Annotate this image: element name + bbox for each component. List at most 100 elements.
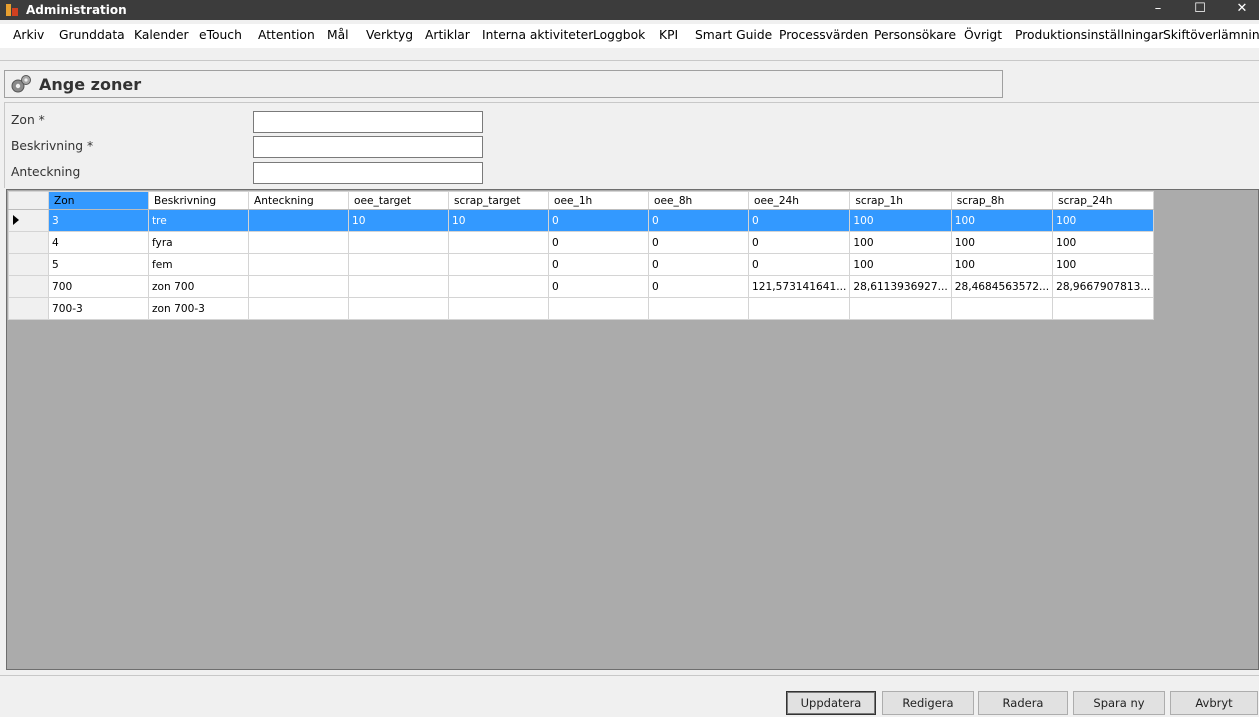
cell-oee-8h[interactable] xyxy=(648,297,749,320)
cell-scrap-target[interactable] xyxy=(448,231,549,254)
cell-scrap-target[interactable]: 10 xyxy=(448,209,549,232)
cell-oee-8h[interactable]: 0 xyxy=(648,275,749,298)
column-header-scrap-target[interactable]: scrap_target xyxy=(448,191,549,210)
menu-item-arkiv[interactable]: Arkiv xyxy=(13,28,44,42)
column-header-scrap-24h[interactable]: scrap_24h xyxy=(1052,191,1155,210)
spara-ny-button[interactable]: Spara ny xyxy=(1073,691,1165,715)
table-row[interactable]: 3 tre 10 10 0 0 0 100 100 100 xyxy=(8,209,1155,232)
cell-oee-24h[interactable]: 0 xyxy=(747,253,851,276)
menu-item-smart-guide[interactable]: Smart Guide xyxy=(695,28,772,42)
cell-scrap-24h[interactable]: 28,9667907813... xyxy=(1052,275,1155,298)
cell-oee-24h[interactable]: 121,573141641... xyxy=(747,275,851,298)
menu-item-loggbok[interactable]: Loggbok xyxy=(593,28,645,42)
column-header-zon[interactable]: Zon xyxy=(48,191,149,210)
cell-zon[interactable]: 700 xyxy=(48,275,149,298)
cell-scrap-8h[interactable]: 28,4684563572... xyxy=(950,275,1054,298)
menu-item-skiftoverlamning[interactable]: Skiftöverlämning xyxy=(1163,28,1259,42)
menu-item-attention[interactable]: Attention xyxy=(258,28,315,42)
minimize-button[interactable]: – xyxy=(1138,0,1178,20)
cell-oee-target[interactable] xyxy=(348,297,449,320)
column-header-oee-24h[interactable]: oee_24h xyxy=(747,191,851,210)
cell-oee-target[interactable] xyxy=(348,231,449,254)
cell-zon[interactable]: 3 xyxy=(48,209,149,232)
zones-grid[interactable]: Zon Beskrivning Anteckning oee_target sc… xyxy=(6,189,1259,670)
cell-oee-1h[interactable]: 0 xyxy=(548,275,649,298)
cell-oee-target[interactable]: 10 xyxy=(348,209,449,232)
cell-scrap-8h[interactable]: 100 xyxy=(950,209,1054,232)
menu-item-processvarden[interactable]: Processvärden xyxy=(779,28,868,42)
cell-scrap-24h[interactable]: 100 xyxy=(1052,253,1155,276)
row-header[interactable] xyxy=(8,275,49,298)
cell-oee-1h[interactable]: 0 xyxy=(548,253,649,276)
cell-zon[interactable]: 4 xyxy=(48,231,149,254)
cell-oee-8h[interactable]: 0 xyxy=(648,253,749,276)
cell-scrap-1h[interactable]: 100 xyxy=(849,231,952,254)
cell-scrap-target[interactable] xyxy=(448,297,549,320)
column-header-oee-8h[interactable]: oee_8h xyxy=(648,191,749,210)
radera-button[interactable]: Radera xyxy=(978,691,1068,715)
cell-oee-1h[interactable] xyxy=(548,297,649,320)
menu-item-produktionsinstallningar[interactable]: Produktionsinställningar xyxy=(1015,28,1163,42)
menu-item-personsokare[interactable]: Personsökare xyxy=(874,28,956,42)
cell-beskrivning[interactable]: zon 700 xyxy=(148,275,249,298)
menu-item-etouch[interactable]: eTouch xyxy=(199,28,242,42)
cell-scrap-8h[interactable] xyxy=(950,297,1054,320)
table-row[interactable]: 700-3 zon 700-3 xyxy=(8,297,1155,320)
menu-item-interna-aktiviteter[interactable]: Interna aktiviteter xyxy=(482,28,593,42)
cell-oee-24h[interactable] xyxy=(747,297,851,320)
anteckning-input[interactable] xyxy=(253,162,483,184)
column-header-oee-1h[interactable]: oee_1h xyxy=(548,191,649,210)
cell-anteckning[interactable] xyxy=(248,297,349,320)
cell-beskrivning[interactable]: zon 700-3 xyxy=(148,297,249,320)
menu-item-verktyg[interactable]: Verktyg xyxy=(366,28,413,42)
cell-scrap-24h[interactable]: 100 xyxy=(1052,209,1155,232)
cell-anteckning[interactable] xyxy=(248,253,349,276)
cell-anteckning[interactable] xyxy=(248,275,349,298)
cell-zon[interactable]: 700-3 xyxy=(48,297,149,320)
cell-scrap-target[interactable] xyxy=(448,253,549,276)
uppdatera-button[interactable]: Uppdatera xyxy=(786,691,876,715)
zon-input[interactable] xyxy=(253,111,483,133)
cell-scrap-1h[interactable]: 28,6113936927... xyxy=(849,275,952,298)
cell-scrap-target[interactable] xyxy=(448,275,549,298)
menu-item-grunddata[interactable]: Grunddata xyxy=(59,28,125,42)
cell-scrap-1h[interactable]: 100 xyxy=(849,253,952,276)
cell-anteckning[interactable] xyxy=(248,209,349,232)
cell-oee-target[interactable] xyxy=(348,275,449,298)
cell-beskrivning[interactable]: tre xyxy=(148,209,249,232)
cell-scrap-1h[interactable] xyxy=(849,297,952,320)
cell-oee-1h[interactable]: 0 xyxy=(548,209,649,232)
cell-oee-24h[interactable]: 0 xyxy=(747,231,851,254)
grid-corner[interactable] xyxy=(8,191,49,210)
cell-zon[interactable]: 5 xyxy=(48,253,149,276)
cell-oee-8h[interactable]: 0 xyxy=(648,231,749,254)
menu-item-ovrigt[interactable]: Övrigt xyxy=(964,28,1002,42)
table-row[interactable]: 5 fem 0 0 0 100 100 100 xyxy=(8,253,1155,276)
column-header-anteckning[interactable]: Anteckning xyxy=(248,191,349,210)
cell-oee-24h[interactable]: 0 xyxy=(747,209,851,232)
menu-item-kpi[interactable]: KPI xyxy=(659,28,678,42)
row-header[interactable] xyxy=(8,209,49,232)
cell-scrap-8h[interactable]: 100 xyxy=(950,231,1054,254)
table-row[interactable]: 4 fyra 0 0 0 100 100 100 xyxy=(8,231,1155,254)
cell-scrap-1h[interactable]: 100 xyxy=(849,209,952,232)
avbryt-button[interactable]: Avbryt xyxy=(1170,691,1258,715)
row-header[interactable] xyxy=(8,253,49,276)
cell-scrap-24h[interactable] xyxy=(1052,297,1155,320)
cell-anteckning[interactable] xyxy=(248,231,349,254)
table-row[interactable]: 700 zon 700 0 0 121,573141641... 28,6113… xyxy=(8,275,1155,298)
cell-beskrivning[interactable]: fem xyxy=(148,253,249,276)
row-header[interactable] xyxy=(8,231,49,254)
column-header-oee-target[interactable]: oee_target xyxy=(348,191,449,210)
cell-scrap-8h[interactable]: 100 xyxy=(950,253,1054,276)
menu-item-kalender[interactable]: Kalender xyxy=(134,28,189,42)
menu-item-artiklar[interactable]: Artiklar xyxy=(425,28,470,42)
beskrivning-input[interactable] xyxy=(253,136,483,158)
column-header-scrap-8h[interactable]: scrap_8h xyxy=(950,191,1054,210)
row-header[interactable] xyxy=(8,297,49,320)
menu-item-mal[interactable]: Mål xyxy=(327,28,349,42)
cell-oee-1h[interactable]: 0 xyxy=(548,231,649,254)
cell-oee-target[interactable] xyxy=(348,253,449,276)
maximize-button[interactable]: ☐ xyxy=(1180,0,1220,20)
redigera-button[interactable]: Redigera xyxy=(882,691,974,715)
